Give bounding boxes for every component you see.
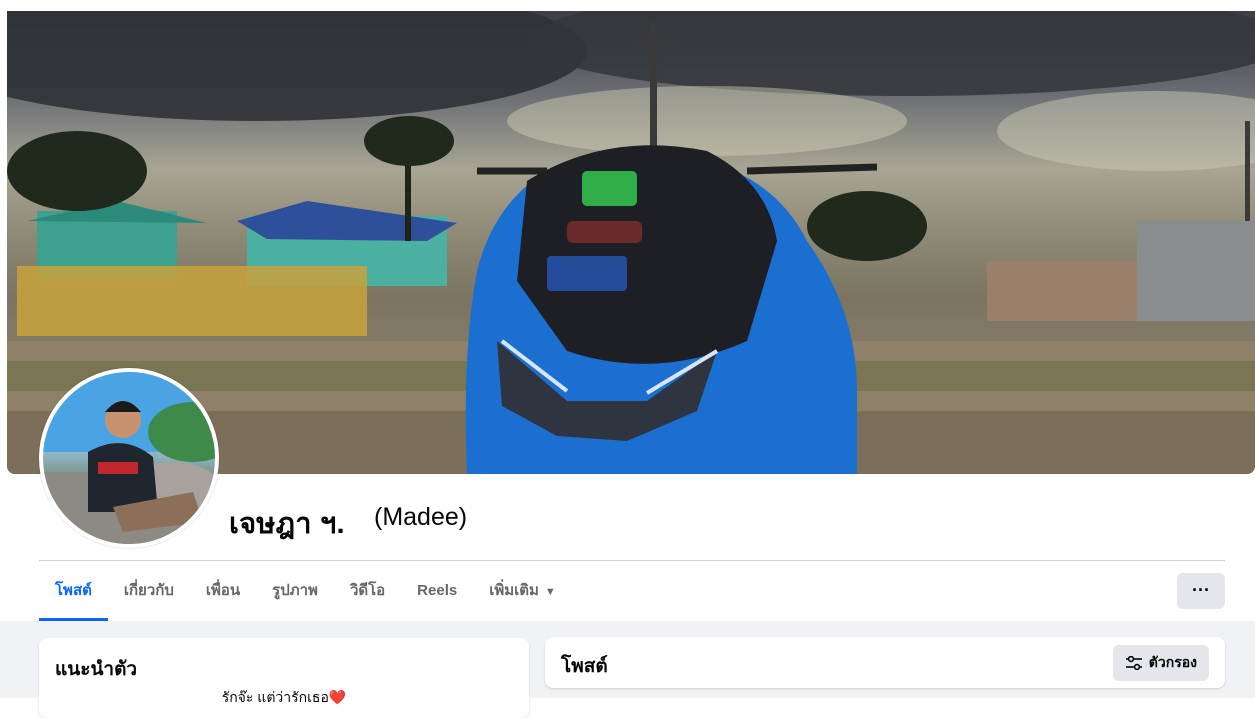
tab-about-label: เกี่ยวกับ [123, 582, 174, 599]
header-divider [39, 560, 1225, 561]
intro-bio: รักจ๊ะ แต่ว่ารักเธอ❤️ [221, 689, 347, 705]
profile-avatar-illustration [43, 372, 215, 544]
filter-label: ตัวกรอง [1148, 654, 1197, 670]
tab-photos-label: รูปภาพ [272, 582, 318, 599]
tab-reels-label: Reels [417, 582, 458, 599]
tab-videos[interactable]: วิดีโอ [334, 563, 401, 619]
tab-more[interactable]: เพิ่มเติม ▼ [473, 563, 572, 619]
tab-friends-label: เพื่อน [205, 582, 241, 599]
posts-header-card: โพสต์ ตัวกรอง [545, 637, 1225, 688]
profile-alternate-name: (Madee) [374, 503, 468, 531]
profile-name: เจษฎา ฯ. [229, 508, 345, 540]
tab-friends[interactable]: เพื่อน [190, 563, 256, 619]
more-options-button[interactable]: ··· [1177, 573, 1225, 609]
tab-reels[interactable]: Reels [401, 563, 473, 619]
tab-about[interactable]: เกี่ยวกับ [108, 563, 190, 619]
tab-photos[interactable]: รูปภาพ [256, 563, 334, 619]
profile-avatar[interactable] [39, 368, 219, 548]
tab-more-label: เพิ่มเติม [489, 582, 539, 599]
intro-title: แนะนำตัว [55, 659, 138, 680]
caret-down-icon: ▼ [544, 586, 556, 598]
tab-videos-label: วิดีโอ [349, 582, 386, 599]
filter-button[interactable]: ตัวกรอง [1112, 645, 1209, 681]
intro-card: แนะนำตัว รักจ๊ะ แต่ว่ารักเธอ❤️ [39, 638, 529, 718]
tab-posts[interactable]: โพสต์ [39, 563, 108, 621]
filter-sliders-icon [1125, 656, 1142, 670]
profile-tabs: โพสต์ เกี่ยวกับ เพื่อน รูปภาพ วิดีโอ Ree… [39, 563, 572, 621]
tab-posts-label: โพสต์ [55, 582, 92, 599]
more-dots-icon: ··· [1192, 580, 1210, 600]
posts-title: โพสต์ [561, 656, 608, 677]
